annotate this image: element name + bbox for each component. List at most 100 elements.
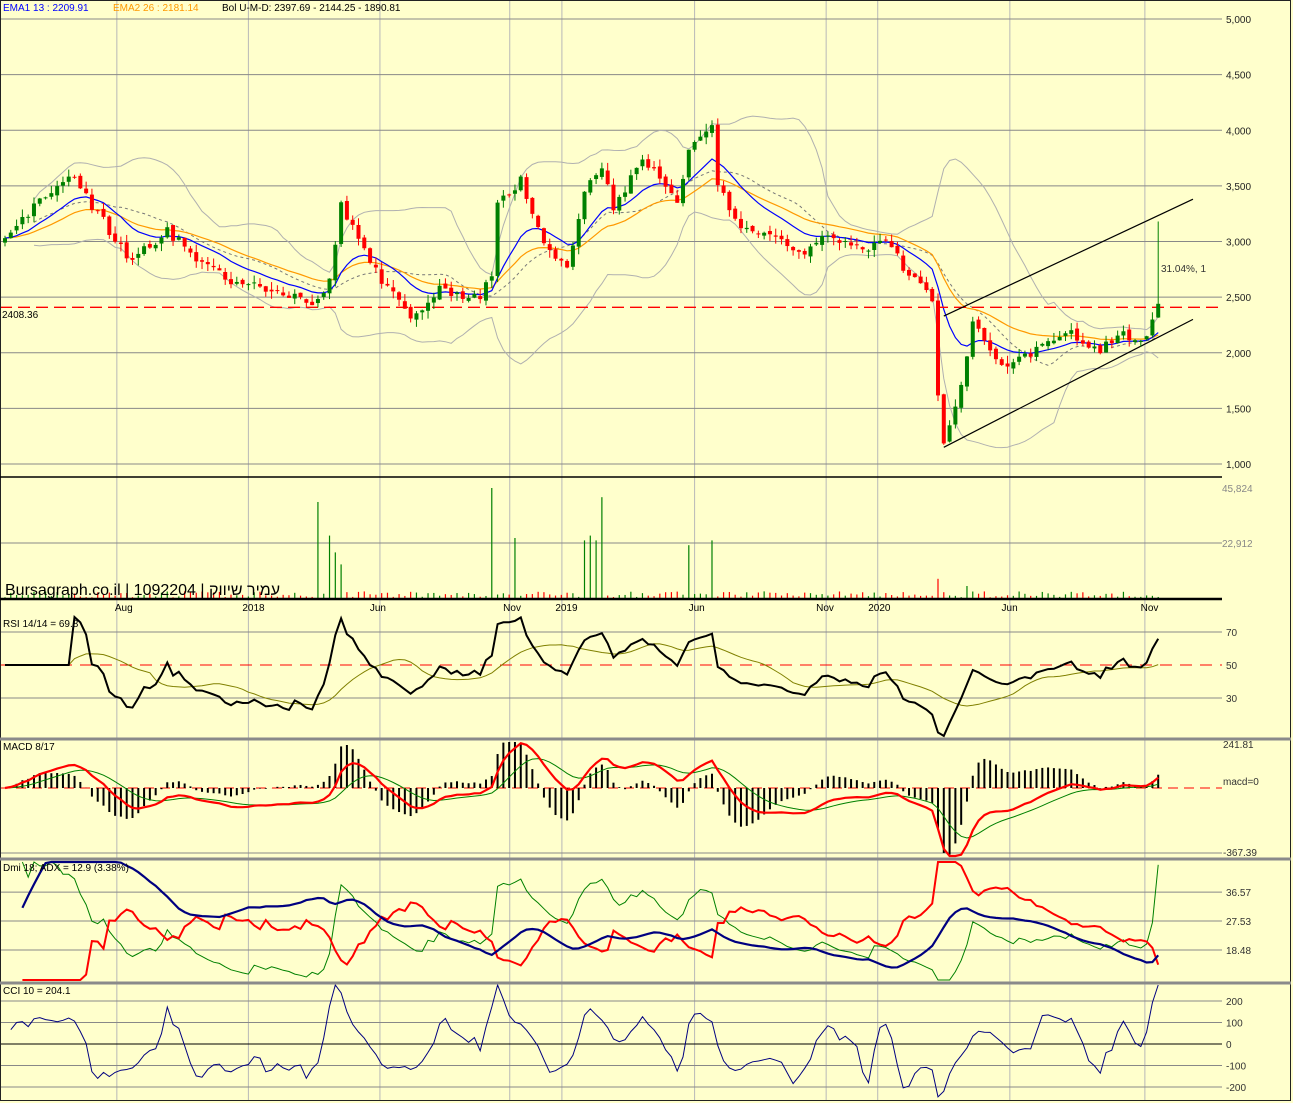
candle-body xyxy=(84,188,89,194)
candle-body xyxy=(854,244,859,246)
candle-body xyxy=(426,302,431,311)
candle-body xyxy=(686,149,691,178)
candle-body xyxy=(849,242,854,246)
candle-body xyxy=(176,237,181,240)
candle-body xyxy=(217,268,222,271)
price-tick-label: 3,500 xyxy=(1226,182,1251,193)
candle-body xyxy=(657,166,662,179)
candle-body xyxy=(118,242,123,244)
candle-body xyxy=(1138,340,1143,342)
rsi-tick-label: 50 xyxy=(1226,661,1238,672)
candle-body xyxy=(113,233,118,242)
candle-body xyxy=(617,196,622,211)
candle-body xyxy=(599,168,604,177)
candle-body xyxy=(229,279,234,285)
candle-body xyxy=(1127,329,1132,341)
candle-body xyxy=(60,182,65,186)
candle-body xyxy=(1115,335,1120,344)
candle-body xyxy=(385,283,390,286)
candle-body xyxy=(999,359,1004,365)
candle-body xyxy=(321,293,326,298)
candle-body xyxy=(1051,340,1056,344)
candle-body xyxy=(756,233,761,235)
candle-body xyxy=(941,394,946,444)
candle-body xyxy=(455,292,460,295)
stock-chart: 1,000 1,500 2,000 2,500 3,000 3,500 4,000 4,500… xyxy=(0,0,1293,1103)
candle-body xyxy=(709,125,714,133)
candle-body xyxy=(982,327,987,341)
candle-body xyxy=(420,310,425,313)
candle-body xyxy=(512,190,517,194)
candle-body xyxy=(733,208,738,219)
candle-body xyxy=(796,250,801,252)
macd-label: MACD 8/17 xyxy=(3,742,55,753)
candle-body xyxy=(1109,340,1114,344)
candle-body xyxy=(240,279,245,285)
candle-body xyxy=(738,218,743,229)
date-axis-label: Jun xyxy=(1002,603,1018,614)
candle-body xyxy=(808,246,813,257)
candle-body xyxy=(1017,356,1022,362)
candle-body xyxy=(646,159,651,168)
candle-body xyxy=(1080,340,1085,344)
candle-body xyxy=(773,235,778,237)
candle-body xyxy=(205,262,210,265)
candle-body xyxy=(634,167,639,175)
candle-body xyxy=(1133,340,1138,343)
candle-body xyxy=(820,236,825,245)
candle-body xyxy=(594,175,599,180)
price-tick-label: 4,000 xyxy=(1226,126,1251,137)
candle-body xyxy=(431,297,436,303)
candle-body xyxy=(3,238,7,243)
candle-body xyxy=(698,136,703,141)
candle-body xyxy=(298,292,303,298)
ema2-legend: EMA2 26 : 2181.14 xyxy=(113,3,199,14)
candle-body xyxy=(472,293,477,298)
candle-body xyxy=(1144,336,1149,340)
candle-body xyxy=(449,287,454,296)
candle-body xyxy=(889,241,894,248)
candle-body xyxy=(901,255,906,271)
candle-body xyxy=(1086,341,1091,348)
date-axis-label: 2019 xyxy=(555,603,578,614)
candle-body xyxy=(553,249,558,259)
price-tick-label: 2,000 xyxy=(1226,349,1251,360)
candle-body xyxy=(860,247,865,250)
candle-body xyxy=(344,201,349,220)
candle-body xyxy=(866,250,871,252)
price-tick-label: 1,500 xyxy=(1226,404,1251,415)
macd-min-label: -367.39 xyxy=(1223,848,1257,859)
price-tick-label: 3,000 xyxy=(1226,238,1251,249)
date-axis-label: Nov xyxy=(816,603,834,614)
candle-body xyxy=(1156,303,1161,318)
price-tick-label: 5,000 xyxy=(1226,15,1251,26)
candle-body xyxy=(362,237,367,249)
candle-body xyxy=(1069,330,1074,334)
candle-body xyxy=(171,225,176,241)
candle-body xyxy=(368,248,373,263)
candle-body xyxy=(976,319,981,329)
candle-body xyxy=(402,301,407,309)
price-tick-label: 4,500 xyxy=(1226,71,1251,82)
candle-body xyxy=(721,185,726,193)
candle-body xyxy=(72,176,77,178)
dmi-tick-label: 36.57 xyxy=(1226,888,1251,899)
candle-body xyxy=(692,141,697,150)
candle-body xyxy=(802,250,807,255)
candle-body xyxy=(704,131,709,138)
price-tick-label: 2,500 xyxy=(1226,293,1251,304)
candle-body xyxy=(953,406,958,425)
candle-body xyxy=(483,282,488,301)
candle-body xyxy=(165,227,170,238)
candle-body xyxy=(576,219,581,247)
candle-body xyxy=(570,245,575,267)
candle-body xyxy=(681,178,686,204)
candle-body xyxy=(501,195,506,201)
candle-body xyxy=(623,192,628,197)
candle-body xyxy=(49,193,54,197)
candle-body xyxy=(281,292,286,296)
candle-body xyxy=(762,232,767,236)
candle-body xyxy=(350,219,355,225)
candle-body xyxy=(970,321,975,357)
candle-body xyxy=(872,242,877,251)
